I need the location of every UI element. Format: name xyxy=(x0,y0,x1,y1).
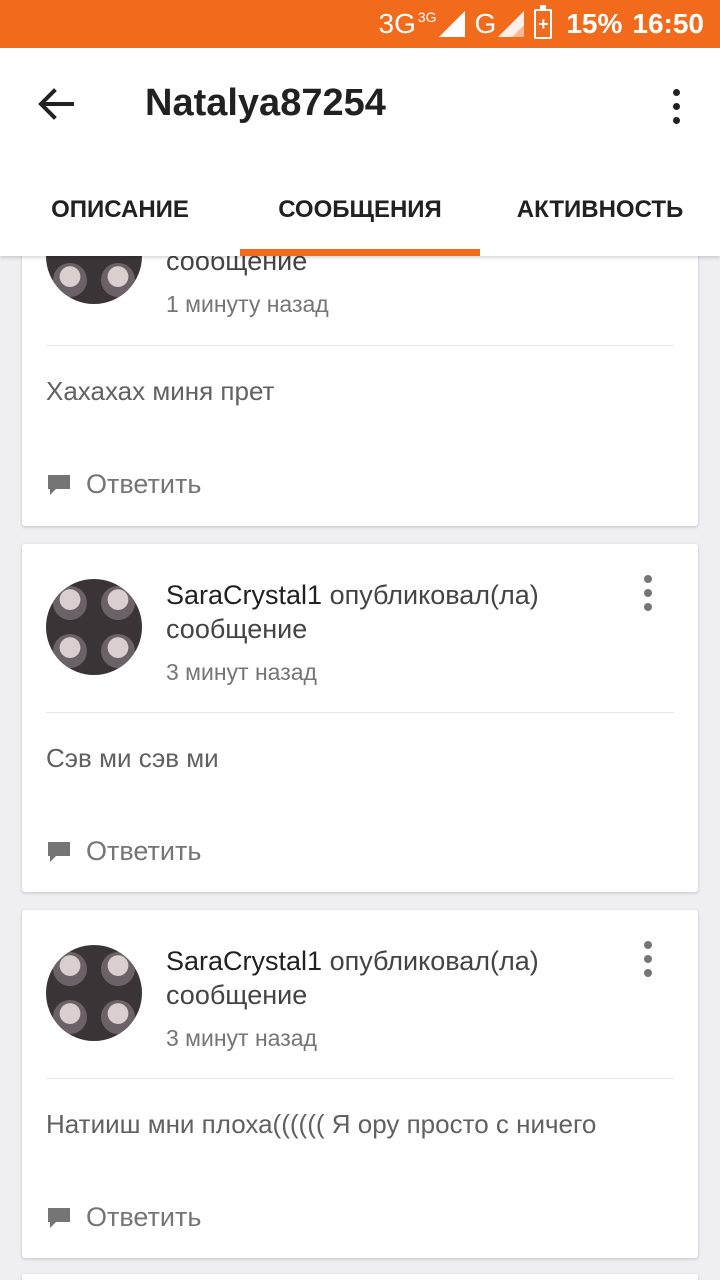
post-time: 1 минуту назад xyxy=(166,291,329,317)
post-card: SaraCrystal1 опубликовал(ла) сообщение 3… xyxy=(22,910,698,1258)
post-menu-button[interactable] xyxy=(638,573,658,613)
battery-charging-icon: + xyxy=(534,5,553,39)
app-bar: Natalya87254 xyxy=(0,48,720,163)
post-time: 3 минут назад xyxy=(166,659,317,685)
post-message: Натииш мни плоха(((((( Я ору просто с ни… xyxy=(46,1109,597,1139)
tab-messages[interactable]: СООБЩЕНИЯ xyxy=(240,163,480,256)
post-time: 3 минут назад xyxy=(166,1025,317,1051)
tab-activity[interactable]: АКТИВНОСТЬ xyxy=(480,163,720,256)
active-tab-indicator xyxy=(240,249,480,256)
divider xyxy=(46,712,674,713)
signal-icon xyxy=(438,11,465,37)
comment-icon xyxy=(48,841,70,862)
reply-button[interactable]: Ответить xyxy=(46,836,201,867)
more-vert-icon xyxy=(672,88,680,96)
comment-icon xyxy=(48,474,70,495)
network-type-label-2: G xyxy=(474,8,497,39)
reply-button[interactable]: Ответить xyxy=(46,469,201,500)
back-button[interactable] xyxy=(30,76,82,132)
post-card: сообщение 1 минуту назад Хахахах миня пр… xyxy=(22,256,698,526)
post-message: Хахахах миня прет xyxy=(46,376,275,406)
reply-label: Ответить xyxy=(86,836,202,866)
more-vert-icon xyxy=(644,941,652,949)
more-vert-icon xyxy=(644,575,652,583)
reply-label: Ответить xyxy=(86,1202,202,1232)
network-3g-indicator: 3G 3G xyxy=(379,8,465,40)
reply-label: Ответить xyxy=(86,469,202,499)
comment-icon xyxy=(48,1207,70,1228)
divider xyxy=(46,1078,674,1079)
post-card xyxy=(22,1274,698,1280)
clock: 16:50 xyxy=(632,8,704,39)
post-message: Сэв ми сэв ми xyxy=(46,743,219,773)
post-menu-button[interactable] xyxy=(638,939,658,979)
divider xyxy=(46,345,674,346)
post-author-line: SaraCrystal1 опубликовал(ла) сообщение xyxy=(166,946,539,1010)
status-bar: 3G 3G G + 15% 16:50 xyxy=(0,0,720,48)
network-type-label: 3G xyxy=(378,8,416,39)
author-avatar[interactable] xyxy=(46,256,142,304)
network-g-indicator: G xyxy=(475,8,525,40)
battery-percent: 15% xyxy=(566,8,623,39)
author-avatar[interactable] xyxy=(46,945,142,1041)
messages-feed[interactable]: сообщение 1 минуту назад Хахахах миня пр… xyxy=(0,256,720,1280)
tab-bar: ОПИСАНИЕ СООБЩЕНИЯ АКТИВНОСТЬ xyxy=(0,163,720,256)
post-author-line: сообщение xyxy=(166,256,308,276)
author-avatar[interactable] xyxy=(46,579,142,675)
page-title: Natalya87254 xyxy=(145,82,386,124)
more-options-button[interactable] xyxy=(660,78,692,134)
network-type-superscript: 3G xyxy=(417,9,437,25)
post-card: SaraCrystal1 опубликовал(ла) сообщение 3… xyxy=(22,544,698,892)
tab-description[interactable]: ОПИСАНИЕ xyxy=(0,163,240,256)
signal-icon-2 xyxy=(498,11,525,37)
arrow-left-icon xyxy=(38,88,74,120)
post-author-name[interactable]: SaraCrystal1 xyxy=(166,946,322,976)
reply-button[interactable]: Ответить xyxy=(46,1202,201,1233)
post-author-name[interactable]: SaraCrystal1 xyxy=(166,580,322,610)
post-author-line: SaraCrystal1 опубликовал(ла) сообщение xyxy=(166,580,539,644)
